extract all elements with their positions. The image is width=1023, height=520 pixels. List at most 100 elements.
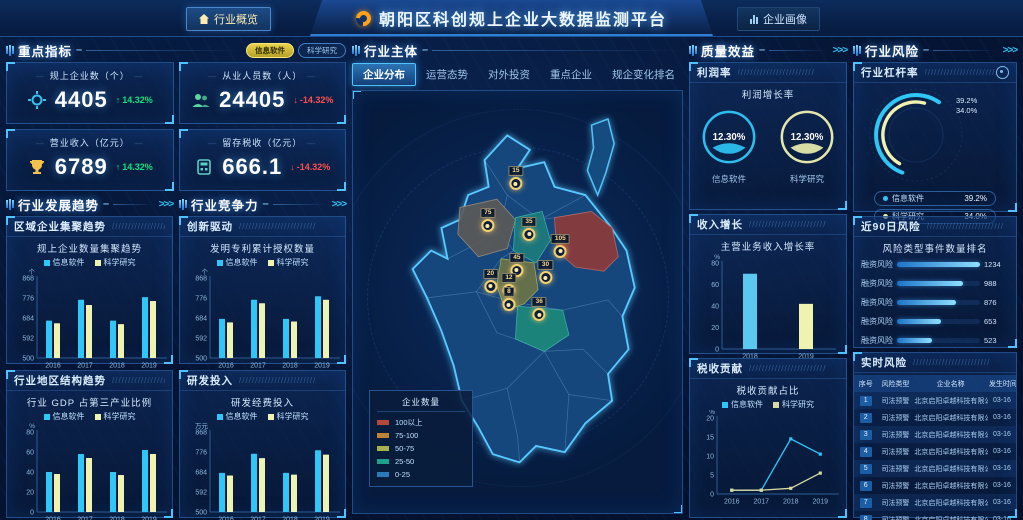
svg-text:12.30%: 12.30%	[791, 132, 824, 143]
tax-icon	[194, 157, 214, 177]
section-title-quality: 质量效益	[701, 41, 755, 60]
chart-legend: 信息软件科学研究	[7, 411, 172, 422]
kpi-card-0: 规上企业数（个） 4405 ↑14.32%	[6, 62, 174, 124]
card-realtime-risk: 实时风险 序号风险类型企业名称发生时间1司法预警北京启阳卓越科技有限公司03-1…	[853, 352, 1017, 518]
map-marker[interactable]: 8	[502, 287, 515, 311]
marker-value: 8	[503, 287, 515, 297]
up-arrow-icon: ↑	[116, 162, 121, 172]
legend-swatch	[377, 446, 389, 451]
map-legend-item: 75-100	[377, 429, 465, 442]
marker-value: 35	[521, 217, 536, 227]
map-marker[interactable]: 36	[532, 297, 547, 321]
card-subtitle: 收入增长	[697, 217, 743, 232]
map-marker[interactable]: 105	[551, 234, 570, 258]
marker-value: 75	[480, 208, 495, 218]
table-row[interactable]: 5司法预警北京启阳卓越科技有限公司03-16	[854, 460, 1016, 477]
ring-label: 信息软件	[699, 173, 759, 185]
card-subtitle: 创新驱动	[187, 219, 233, 234]
chart-region-agglomeration: 规上企业数量集聚趋势信息软件科学研究500592684776868个201620…	[7, 241, 172, 375]
table-header-row: 序号风险类型企业名称发生时间	[854, 375, 1016, 392]
map-marker[interactable]: 35	[521, 217, 536, 241]
chart-title: 利润增长率	[690, 87, 846, 101]
svg-text:0: 0	[715, 347, 719, 354]
card-subtitle: 近90日风险	[861, 219, 921, 234]
legend-swatch	[377, 472, 389, 477]
platform-logo	[353, 7, 374, 28]
industry-tab-1[interactable]: 运营态势	[416, 64, 478, 85]
svg-text:15: 15	[706, 435, 714, 442]
industry-tab-2[interactable]: 对外投资	[478, 64, 540, 85]
svg-text:592: 592	[195, 336, 207, 343]
svg-text:776: 776	[22, 296, 34, 303]
chart-gdp-ratio: 行业 GDP 占第三产业比例信息软件科学研究020406080%20162017…	[7, 395, 172, 520]
table-row[interactable]: 6司法预警北京启阳卓越科技有限公司03-16	[854, 477, 1016, 494]
expand-arrows-icon[interactable]: >>>	[832, 45, 847, 56]
industry-tab-0[interactable]: 企业分布	[352, 63, 416, 86]
kpi-tab-0[interactable]: 信息软件	[246, 43, 294, 58]
svg-text:776: 776	[195, 296, 207, 303]
svg-text:80: 80	[26, 430, 34, 437]
risk-rank-row: 融资风险1234	[854, 255, 1016, 274]
realtime-risk-table[interactable]: 序号风险类型企业名称发生时间1司法预警北京启阳卓越科技有限公司03-162司法预…	[854, 375, 1016, 520]
table-row[interactable]: 2司法预警北京启阳卓越科技有限公司03-16	[854, 409, 1016, 426]
svg-text:34.0%: 34.0%	[956, 106, 978, 115]
risk-rank-row: 融资风险876	[854, 293, 1016, 312]
svg-text:万元: 万元	[195, 422, 209, 430]
svg-text:个: 个	[201, 268, 208, 276]
svg-text:2019: 2019	[314, 517, 330, 520]
map-marker[interactable]: 30	[538, 260, 553, 284]
map-legend-item: 25-50	[377, 455, 465, 468]
nav-right-label: 企业画像	[763, 11, 807, 27]
kpi-card-3: 留存税收（亿元） 666.1 ↓-14.32%	[179, 129, 347, 191]
kpi-value: 6789	[55, 154, 108, 180]
table-row[interactable]: 3司法预警北京启阳卓越科技有限公司03-16	[854, 426, 1016, 443]
people-icon	[191, 90, 211, 110]
svg-text:684: 684	[22, 316, 34, 323]
chart-legend: 信息软件科学研究	[7, 257, 172, 268]
chart-income-growth: 主营业务收入增长率020406080%20182019	[690, 239, 846, 366]
expand-arrows-icon[interactable]: >>>	[1002, 45, 1017, 56]
map-marker[interactable]: 20	[483, 269, 498, 293]
card-innovation: 创新驱动 发明专利累计授权数量信息软件科学研究500592684776868个2…	[179, 216, 346, 364]
expand-arrows-icon[interactable]: >>>	[331, 199, 346, 210]
profit-ring: 12.30% 信息软件	[699, 107, 759, 185]
section-title-development: 行业发展趋势	[18, 195, 99, 214]
table-row[interactable]: 4司法预警北京启阳卓越科技有限公司03-16	[854, 443, 1016, 460]
svg-text:2019: 2019	[812, 499, 828, 506]
chart-rnd-spending: 研发经费投入信息软件科学研究500592684776868万元201620172…	[180, 395, 345, 520]
svg-text:20: 20	[26, 490, 34, 497]
pin-icon	[484, 280, 497, 293]
card-leverage-ratio: 行业杠杆率 39.2%34.0% 信息软件39.2%科学研究34.0%	[853, 62, 1017, 212]
svg-text:20: 20	[711, 325, 719, 332]
settings-icon[interactable]	[996, 66, 1009, 79]
section-mark-icon	[689, 45, 697, 56]
gauge-legend-item: 信息软件39.2%	[874, 191, 996, 206]
card-subtitle: 区域企业集聚趋势	[14, 219, 106, 234]
expand-arrows-icon[interactable]: >>>	[158, 199, 173, 210]
table-row[interactable]: 8司法预警北京启阳卓越科技有限公司03-16	[854, 511, 1016, 520]
map-marker[interactable]: 15	[508, 166, 523, 190]
marker-value: 105	[551, 234, 570, 244]
risk-rank-row: 融资风险653	[854, 312, 1016, 331]
svg-text:2018: 2018	[282, 517, 298, 520]
table-row[interactable]: 1司法预警北京启阳卓越科技有限公司03-16	[854, 392, 1016, 409]
legend-swatch	[377, 433, 389, 438]
map-marker[interactable]: 75	[480, 208, 495, 232]
top-header: 行业概览 朝阳区科创规上企业大数据监测平台 企业画像	[0, 0, 1023, 37]
kpi-value: 666.1	[222, 154, 282, 180]
svg-text:2018: 2018	[282, 363, 298, 370]
svg-text:20: 20	[706, 416, 714, 423]
card-profit-rate: 利润率 利润增长率 12.30% 信息软件 12.30% 科学研究	[689, 62, 847, 210]
industry-tab-3[interactable]: 重点企业	[540, 64, 602, 85]
kpi-card-title: 留存税收（亿元）	[180, 136, 346, 149]
svg-text:2016: 2016	[218, 517, 234, 520]
kpi-tab-1[interactable]: 科学研究	[298, 43, 346, 58]
table-row[interactable]: 7司法预警北京启阳卓越科技有限公司03-16	[854, 494, 1016, 511]
industry-tab-4[interactable]: 规企变化排名	[602, 64, 685, 85]
section-mark-icon	[179, 199, 187, 210]
svg-text:500: 500	[195, 510, 207, 517]
kpi-value: 24405	[219, 87, 285, 113]
card-subtitle: 利润率	[697, 65, 732, 80]
legend-swatch	[377, 459, 389, 464]
nav-enterprise-profile[interactable]: 企业画像	[737, 7, 820, 31]
